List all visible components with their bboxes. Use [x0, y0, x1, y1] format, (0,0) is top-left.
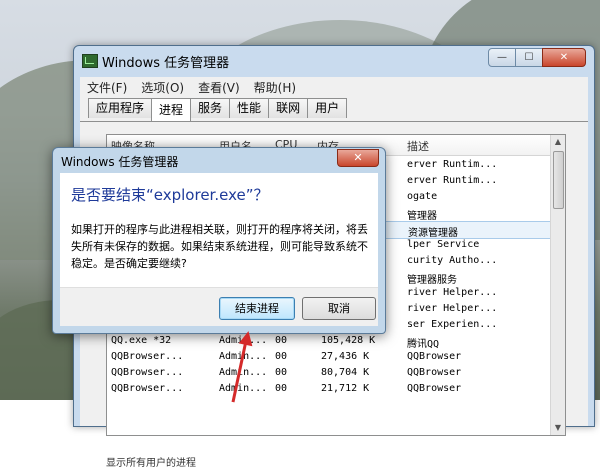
cell-name: QQBrowser...	[111, 351, 184, 362]
cell-user: Admin...	[219, 367, 268, 378]
cell-mem: 105,428 K	[321, 335, 376, 346]
window-controls: — ☐ ✕	[488, 48, 586, 67]
dialog-footer: 结束进程 取消	[60, 287, 378, 326]
cell-name: QQBrowser...	[111, 367, 184, 378]
cell-mem: 21,712 K	[321, 383, 370, 394]
cancel-button[interactable]: 取消	[302, 297, 376, 320]
task-manager-icon	[82, 54, 98, 68]
dialog-heading: 是否要结束“explorer.exe”？	[71, 186, 269, 204]
scroll-up-icon[interactable]: ▲	[551, 135, 565, 149]
menu-help[interactable]: 帮助(H)	[247, 79, 303, 96]
maximize-button[interactable]: ☐	[515, 48, 543, 67]
table-row[interactable]: QQ.exe *32 Admin... 00 105,428 K 腾讯QQ	[107, 333, 551, 350]
cell-desc: river Helper...	[407, 287, 498, 298]
cell-desc: curity Autho...	[407, 255, 498, 266]
scrollbar-thumb[interactable]	[553, 151, 564, 209]
tab-users[interactable]: 用户	[307, 98, 348, 118]
tab-applications[interactable]: 应用程序	[88, 98, 153, 118]
cell-desc: lper Service	[407, 239, 480, 250]
scroll-down-icon[interactable]: ▼	[551, 421, 565, 435]
tab-processes[interactable]: 进程	[151, 98, 192, 121]
cell-cpu: 00	[275, 351, 288, 362]
show-all-processes-label[interactable]: 显示所有用户的进程	[106, 454, 564, 469]
cell-name: QQ.exe *32	[111, 335, 172, 346]
cell-desc: QQBrowser	[407, 351, 462, 362]
cell-desc: 腾讯QQ	[407, 339, 440, 350]
title-bar[interactable]: Windows 任务管理器 — ☐ ✕	[74, 46, 594, 74]
end-process-button[interactable]: 结束进程	[219, 297, 295, 320]
cell-desc: erver Runtim...	[407, 159, 498, 170]
cell-desc: QQBrowser	[407, 367, 462, 378]
tab-performance[interactable]: 性能	[229, 98, 270, 118]
menu-file[interactable]: 文件(F)	[80, 79, 134, 96]
window-title: Windows 任务管理器	[102, 56, 230, 71]
cell-desc: river Helper...	[407, 303, 498, 314]
dialog-title: Windows 任务管理器	[61, 155, 179, 169]
tab-services[interactable]: 服务	[190, 98, 231, 118]
cell-mem: 80,704 K	[321, 367, 370, 378]
tab-bar: 应用程序 进程 服务 性能 联网 用户	[80, 97, 588, 121]
menu-view[interactable]: 查看(V)	[191, 79, 247, 96]
cell-desc: 管理器服务	[407, 275, 457, 286]
vertical-scrollbar[interactable]: ▲ ▼	[550, 135, 565, 435]
menu-options[interactable]: 选项(O)	[134, 79, 191, 96]
minimize-button[interactable]: —	[488, 48, 516, 67]
cell-user: Admin...	[219, 383, 268, 394]
end-process-dialog: Windows 任务管理器 ✕ 是否要结束“explorer.exe”？ 如果打…	[52, 147, 386, 334]
dialog-close-button[interactable]: ✕	[337, 149, 379, 167]
cell-desc: 管理器	[407, 211, 437, 222]
table-row[interactable]: QQBrowser... Admin... 00 21,712 K QQBrowser	[107, 381, 551, 397]
cell-desc: QQBrowser	[407, 383, 462, 394]
annotation-arrow-head	[238, 329, 256, 347]
menu-bar: 文件(F) 选项(O) 查看(V) 帮助(H)	[80, 77, 588, 97]
cell-name: QQBrowser...	[111, 383, 184, 394]
dialog-body: 是否要结束“explorer.exe”？ 如果打开的程序与此进程相关联，则打开的…	[60, 173, 378, 326]
cell-cpu: 00	[275, 383, 288, 394]
close-button[interactable]: ✕	[542, 48, 586, 67]
cell-desc: ser Experien...	[407, 319, 498, 330]
cell-desc: erver Runtim...	[407, 175, 498, 186]
cell-mem: 27,436 K	[321, 351, 370, 362]
table-row[interactable]: QQBrowser...Admin...0027,436 KQQBrowser	[107, 349, 551, 365]
column-header-description[interactable]: 描述	[407, 138, 429, 154]
cell-cpu: 00	[275, 335, 288, 346]
dialog-message: 如果打开的程序与此进程相关联，则打开的程序将关闭，将丢失所有未保存的数据。如果结…	[71, 223, 368, 270]
table-row[interactable]: QQBrowser... Admin... 00 80,704 K QQBrowser	[107, 365, 551, 381]
cell-desc: ogate	[407, 191, 438, 202]
cell-cpu: 00	[275, 367, 288, 378]
tab-networking[interactable]: 联网	[268, 98, 309, 118]
